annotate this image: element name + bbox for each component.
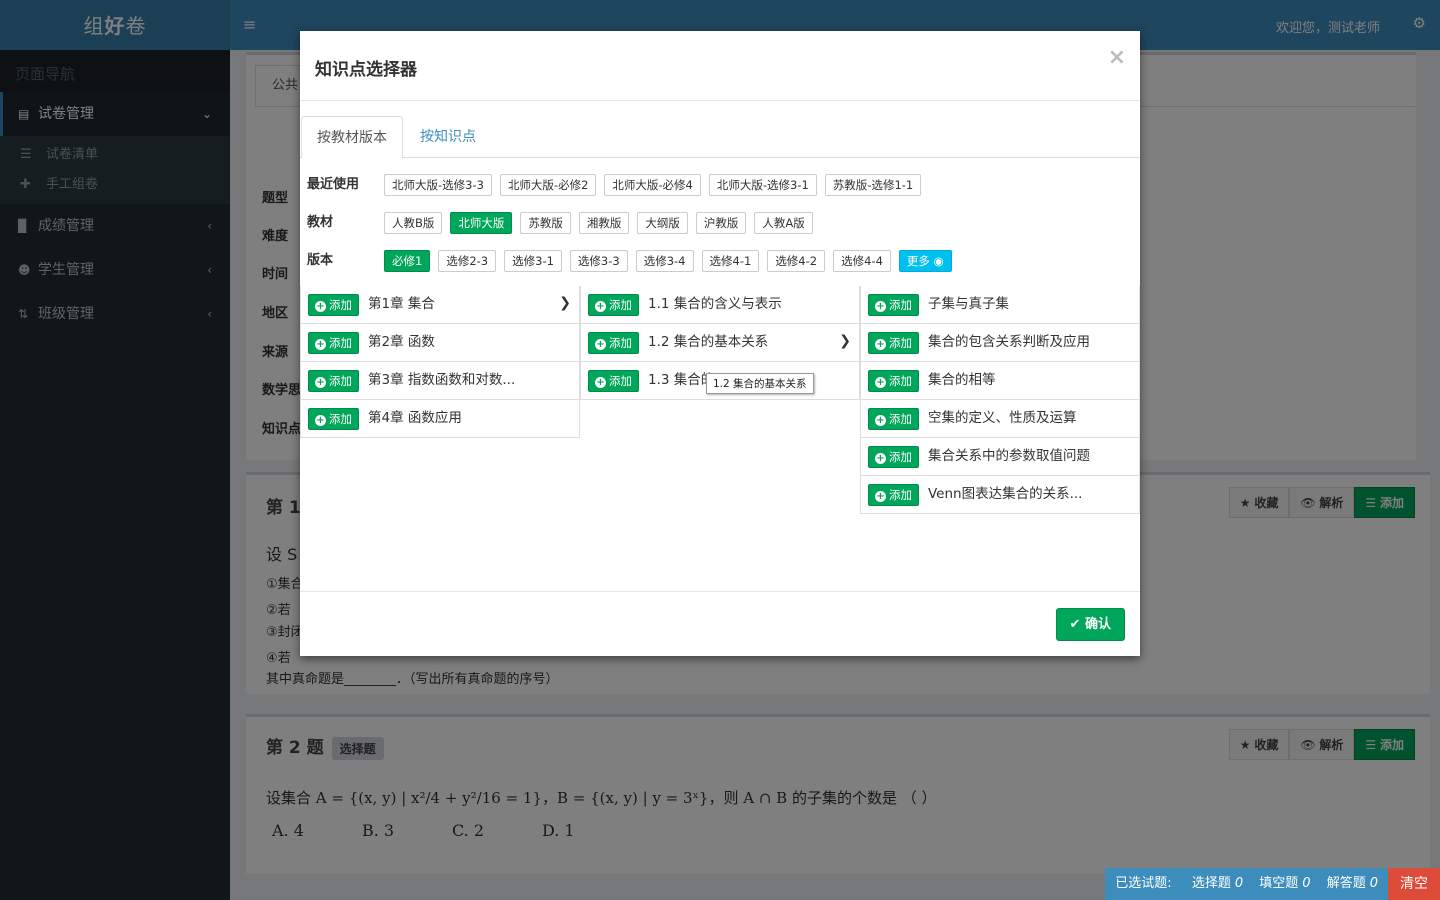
plus-circle-icon: +	[875, 301, 886, 312]
textbook-chip-selected[interactable]: 北师大版	[450, 212, 513, 234]
version-chip-selected[interactable]: 必修1	[384, 250, 431, 272]
plus-circle-icon: +	[875, 415, 886, 426]
version-chip[interactable]: 选修4-2	[767, 250, 826, 272]
plus-circle-icon: +	[315, 415, 326, 426]
textbook-chip[interactable]: 人教A版	[754, 212, 813, 234]
plus-circle-icon: +	[315, 339, 326, 350]
add-button[interactable]: + 添加	[868, 446, 919, 468]
add-button[interactable]: + 添加	[588, 332, 639, 354]
add-button[interactable]: + 添加	[868, 484, 919, 506]
add-button[interactable]: + 添加	[308, 408, 359, 430]
knowledge-point-item[interactable]: + 添加 集合的包含关系判断及应用	[860, 324, 1140, 362]
confirm-button[interactable]: ✔ 确认	[1055, 608, 1125, 641]
knowledge-point-item[interactable]: + 添加 Venn图表达集合的关系...	[860, 476, 1140, 514]
fill-count: 0	[1302, 876, 1311, 891]
textbook-chip[interactable]: 苏教版	[520, 212, 571, 234]
tab-by-knowledge-point[interactable]: 按知识点	[405, 116, 491, 158]
modal-header: 知识点选择器 ×	[300, 31, 1140, 101]
chapter-item[interactable]: + 添加 第3章 指数函数和对数...	[300, 362, 580, 400]
add-button[interactable]: + 添加	[308, 370, 359, 392]
recent-chip[interactable]: 北师大版-选修3-1	[708, 174, 817, 196]
tab-by-textbook[interactable]: 按教材版本	[301, 116, 403, 159]
recent-label: 最近使用	[307, 177, 360, 192]
knowledge-point-item[interactable]: + 添加 集合关系中的参数取值问题	[860, 438, 1140, 476]
textbook-label: 教材	[307, 215, 334, 230]
plus-circle-icon: +	[875, 491, 886, 502]
add-button[interactable]: + 添加	[868, 408, 919, 430]
modal-tabs: 按教材版本 按知识点	[300, 116, 1140, 159]
recent-chip[interactable]: 北师大版-必修2	[499, 174, 597, 196]
chevron-right-icon: ❯	[559, 295, 571, 311]
add-button[interactable]: + 添加	[868, 332, 919, 354]
version-chip[interactable]: 选修4-1	[701, 250, 760, 272]
check-icon: ✔	[1069, 617, 1081, 632]
eye-icon: ◉	[933, 254, 944, 268]
knowledge-point-column: + 添加 子集与真子集 + 添加 集合的包含关系判断及应用 + 添加 集合的相等 + 添…	[860, 286, 1140, 514]
plus-circle-icon: +	[595, 339, 606, 350]
textbook-chip[interactable]: 人教B版	[384, 212, 443, 234]
section-item[interactable]: + 添加 1.1 集合的含义与表示	[580, 286, 860, 324]
plus-circle-icon: +	[315, 377, 326, 388]
plus-circle-icon: +	[875, 453, 886, 464]
version-chip[interactable]: 选修3-1	[504, 250, 562, 272]
choice-count: 0	[1234, 876, 1244, 891]
answer-count: 0	[1369, 876, 1378, 891]
add-button[interactable]: + 添加	[588, 294, 639, 316]
recent-chip[interactable]: 苏教版-选修1-1	[824, 174, 922, 196]
plus-circle-icon: +	[315, 301, 326, 312]
knowledge-point-item[interactable]: + 添加 子集与真子集	[860, 286, 1140, 324]
knowledge-point-item[interactable]: + 添加 集合的相等	[860, 362, 1140, 400]
section-item[interactable]: + 添加 1.2 集合的基本关系 ❯	[580, 324, 860, 362]
modal-title: 知识点选择器	[315, 60, 417, 80]
tooltip: 1.2 集合的基本关系	[706, 373, 814, 394]
chapter-item[interactable]: + 添加 第2章 函数	[300, 324, 580, 362]
selection-summary: 已选试题: 选择题 0 填空题 0 解答题 0	[1105, 868, 1388, 900]
version-chip[interactable]: 选修4-4	[833, 250, 891, 272]
knowledge-point-selector-modal: 知识点选择器 × 按教材版本 按知识点 最近使用 北师大版-选修3-3 北师大版…	[300, 31, 1140, 656]
add-button[interactable]: + 添加	[868, 294, 919, 316]
plus-circle-icon: +	[875, 377, 886, 388]
more-versions-button[interactable]: 更多 ◉	[898, 250, 952, 272]
selection-status-bar: 已选试题: 选择题 0 填空题 0 解答题 0 清空	[1105, 868, 1440, 900]
chapter-item[interactable]: + 添加 第4章 函数应用	[300, 400, 580, 438]
add-button[interactable]: + 添加	[308, 332, 359, 354]
add-button[interactable]: + 添加	[308, 294, 359, 316]
plus-circle-icon: +	[595, 377, 606, 388]
knowledge-point-item[interactable]: + 添加 空集的定义、性质及运算	[860, 400, 1140, 438]
plus-circle-icon: +	[595, 301, 606, 312]
close-icon[interactable]: ×	[1108, 45, 1126, 70]
add-button[interactable]: + 添加	[868, 370, 919, 392]
chevron-right-icon: ❯	[839, 333, 851, 349]
textbook-chip[interactable]: 湘教版	[578, 212, 630, 234]
recent-chip[interactable]: 北师大版-选修3-3	[384, 174, 492, 196]
textbook-chip[interactable]: 沪教版	[695, 212, 747, 234]
chapter-item[interactable]: + 添加 第1章 集合 ❯	[300, 286, 580, 324]
textbook-chip[interactable]: 大纲版	[637, 212, 688, 234]
clear-button[interactable]: 清空	[1388, 868, 1440, 900]
add-button[interactable]: + 添加	[588, 370, 639, 392]
chapter-column: + 添加 第1章 集合 ❯ + 添加 第2章 函数 + 添加 第3章 指数函数和对数.…	[300, 286, 580, 438]
modal-footer: ✔ 确认	[300, 591, 1140, 656]
recent-chip[interactable]: 北师大版-必修4	[604, 174, 701, 196]
version-chip[interactable]: 选修2-3	[438, 250, 497, 272]
version-chip[interactable]: 选修3-4	[635, 250, 694, 272]
version-label: 版本	[307, 253, 334, 268]
plus-circle-icon: +	[875, 339, 886, 350]
version-chip[interactable]: 选修3-3	[569, 250, 628, 272]
